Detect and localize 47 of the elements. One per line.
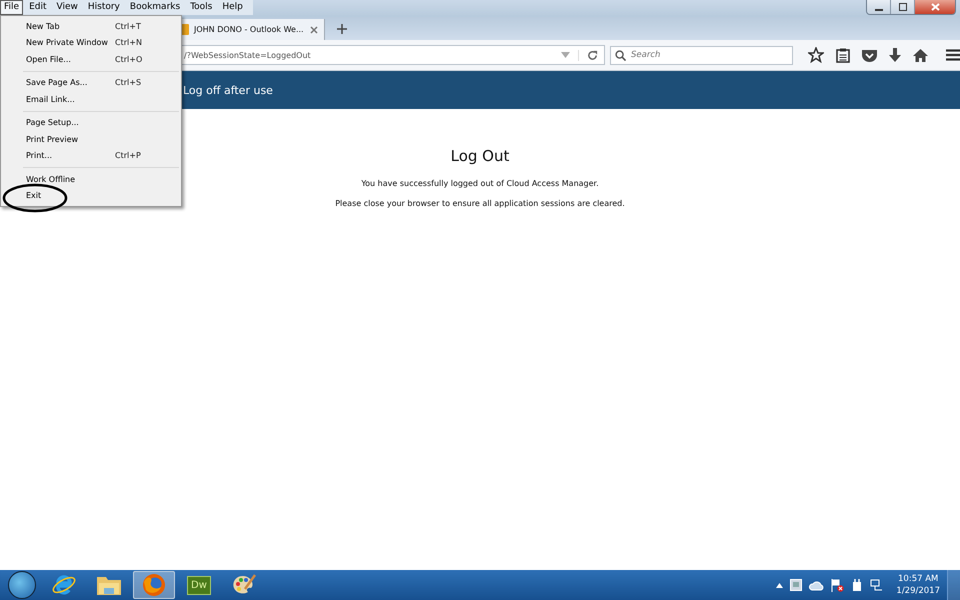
close-icon[interactable] — [310, 26, 318, 34]
search-field[interactable]: Search — [610, 46, 793, 64]
app-logo: Dw — [187, 576, 211, 594]
cloud-icon[interactable] — [809, 580, 824, 590]
menu-item[interactable]: File — [0, 0, 24, 15]
restore-button[interactable] — [891, 0, 915, 14]
menu-item[interactable]: Tools — [186, 0, 216, 15]
window-icon[interactable] — [790, 579, 802, 591]
new-tab-icon[interactable] — [337, 24, 347, 34]
message-text: You have successfully logged out of Cloud Access Manager. — [361, 179, 599, 188]
menu-option[interactable]: Save Page As... Ctrl+S — [1, 74, 181, 91]
show-hidden-icon[interactable] — [776, 582, 784, 588]
minimize-button[interactable] — [867, 0, 891, 14]
folder-icon — [96, 574, 122, 596]
menu-item[interactable]: View — [52, 0, 82, 15]
download-icon[interactable] — [889, 48, 901, 62]
star-icon[interactable] — [808, 47, 824, 63]
reload-icon[interactable] — [578, 50, 598, 60]
pocket-icon[interactable] — [862, 48, 877, 62]
banner-title: Log off after use — [183, 84, 273, 96]
menu-option[interactable]: Email Link... — [1, 91, 181, 108]
menu-item[interactable]: Bookmarks — [126, 0, 184, 15]
menu-option[interactable]: Work Offline — [1, 171, 181, 188]
menu-option[interactable]: Print... Ctrl+P — [1, 148, 181, 164]
power-plug-icon[interactable] — [851, 578, 864, 592]
clipboard-icon[interactable] — [836, 48, 850, 62]
close-button[interactable] — [915, 0, 955, 14]
menu-item[interactable]: Help — [218, 0, 247, 15]
menu-option[interactable]: Page Setup... — [1, 114, 181, 131]
menu-option[interactable]: Print Preview — [1, 131, 181, 148]
menu-icon[interactable] — [946, 49, 960, 61]
globe-fox-icon — [142, 573, 166, 597]
search-icon — [615, 50, 626, 60]
annotation-circle — [2, 183, 68, 213]
page-heading: Log Out — [450, 147, 510, 165]
clock[interactable]: 10:57 AM 1/29/2017 — [896, 573, 940, 597]
taskbar-app[interactable]: Dw — [178, 571, 220, 599]
menu-item[interactable]: Edit — [25, 0, 50, 15]
close-icon — [930, 3, 940, 11]
network-icon[interactable] — [870, 579, 884, 591]
menu-option[interactable]: Exit — [1, 188, 181, 204]
taskbar-app[interactable] — [133, 571, 175, 599]
flag-error-icon[interactable] — [831, 578, 844, 592]
tab-title: JOHN DONO - Outlook We... — [194, 25, 305, 34]
home-icon[interactable] — [913, 48, 928, 62]
message-text: Please close your browser to ensure all application sessions are cleared. — [335, 199, 625, 208]
menu-item[interactable]: History — [84, 0, 124, 15]
